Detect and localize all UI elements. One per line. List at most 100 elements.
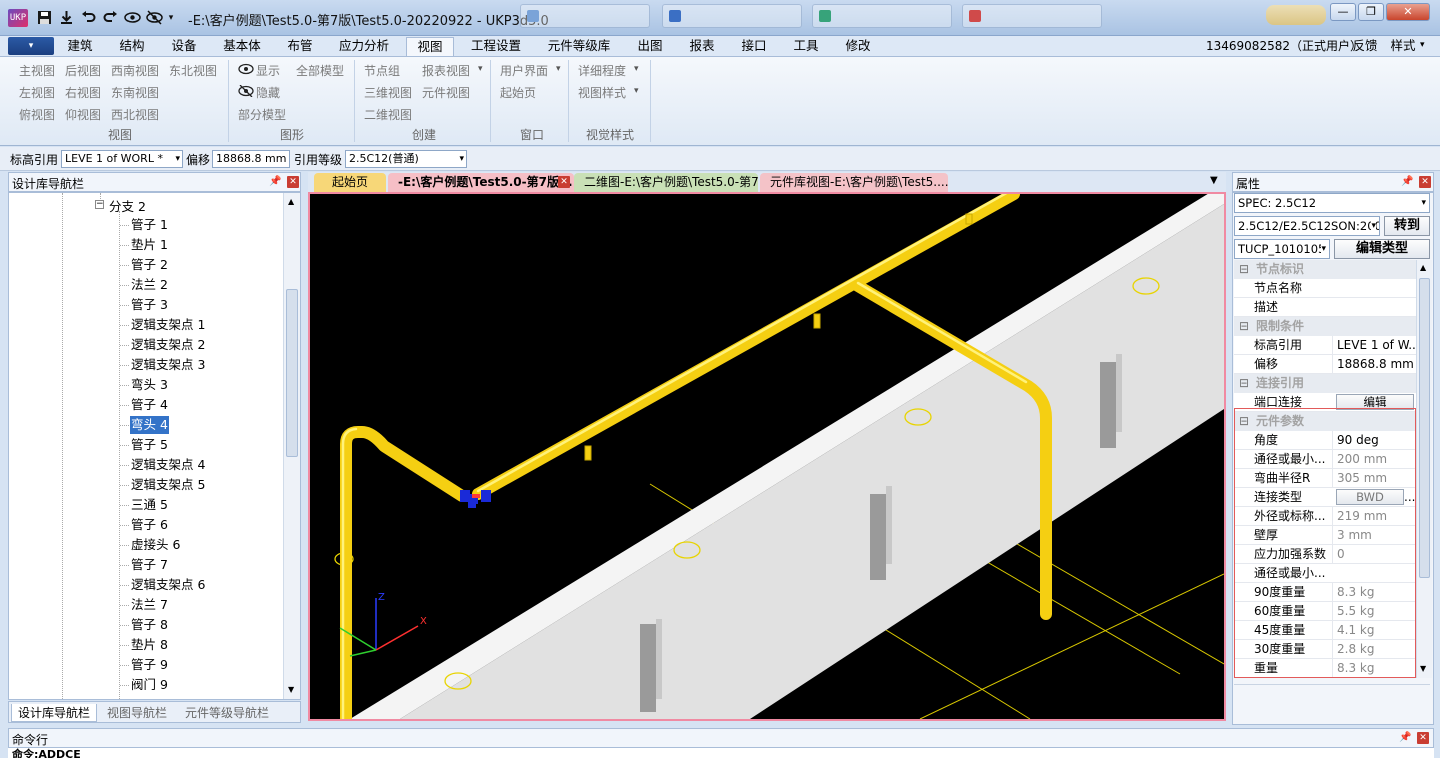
scroll-down-icon[interactable]: ▼ [288,685,294,694]
tree-item[interactable]: 垫片 1 [131,236,168,254]
minimize-button[interactable]: — [1330,3,1356,21]
show-button[interactable]: 显示 [256,62,280,79]
prop-row-port-connection[interactable]: 端口连接 编辑 [1234,393,1416,412]
doc-tab-start[interactable]: 起始页 [314,173,386,192]
tree-item[interactable]: 管子 4 [131,396,168,414]
user-account-label[interactable]: 13469082582（正式用户） [1206,37,1362,55]
report-view-dropdown-icon[interactable]: ▾ [478,64,483,74]
tree-item[interactable]: 三通 5 [131,496,168,514]
eye-icon[interactable] [124,10,141,27]
prop-row-weight-60[interactable]: 60度重量 5.5 kg [1234,602,1416,621]
tab-view-navigator[interactable]: 视图导航栏 [101,704,173,722]
prop-row-bend-radius[interactable]: 弯曲半径R 305 mm [1234,469,1416,488]
tree-item[interactable]: 管子 6 [131,516,168,534]
prop-row-connection-type[interactable]: 连接类型 BWD... [1234,488,1416,507]
edit-type-button[interactable]: 编辑类型 [1334,239,1430,259]
3d-viewport[interactable]: Z X [308,192,1226,721]
application-menu-button[interactable]: ▾ [8,37,54,55]
tree-item[interactable]: 弯头 4 [130,416,169,434]
prop-row-wall-thickness[interactable]: 壁厚 3 mm [1234,526,1416,545]
prop-row-node-name[interactable]: 节点名称 [1234,279,1416,298]
redo-icon[interactable] [102,10,119,27]
tab-equipment[interactable]: 设备 [164,37,204,56]
tab-spec-navigator[interactable]: 元件等级导航栏 [179,704,275,722]
tree-item[interactable]: 管子 1 [131,216,168,234]
category-connection-ref[interactable]: ⊟ 连接引用 [1234,374,1416,393]
tree-item[interactable]: 逻辑支架点 4 [131,456,205,474]
connection-type-button[interactable]: BWD [1336,489,1404,505]
eye-slash-icon[interactable] [146,10,163,27]
elevation-ref-combo[interactable]: LEVE 1 of WORL * ▾ [61,150,183,168]
tree-item[interactable]: 逻辑支架点 5 [131,476,205,494]
prop-row-weight-45[interactable]: 45度重量 4.1 kg [1234,621,1416,640]
tab-project-settings[interactable]: 工程设置 [464,37,528,56]
start-page-button[interactable]: 起始页 [500,84,536,101]
property-scrollbar[interactable]: ▲ ▼ [1416,260,1432,678]
quick-access-dropdown-icon[interactable]: ▾ [166,10,176,27]
tab-structure[interactable]: 结构 [112,37,152,56]
prop-row-elevation-ref[interactable]: 标高引用 LEVE 1 of W... [1234,336,1416,355]
scroll-up-icon[interactable]: ▲ [288,197,294,206]
left-view-button[interactable]: 左视图 [19,84,55,101]
tree-branch[interactable]: 分支 2 [109,196,146,215]
son-select[interactable]: 2.5C12/E2.5C12SON:200 ▾ [1234,216,1380,236]
pin-icon[interactable]: 📌 [269,176,281,187]
prop-row-angle[interactable]: 角度 90 deg [1234,431,1416,450]
tab-view[interactable]: 视图 [406,37,454,56]
download-icon[interactable] [58,10,75,27]
right-view-button[interactable]: 右视图 [65,84,101,101]
category-component-params[interactable]: ⊟ 元件参数 [1234,412,1416,431]
tab-tools[interactable]: 工具 [786,37,826,56]
user-interface-button[interactable]: 用户界面 [500,62,548,79]
tab-drawing[interactable]: 出图 [630,37,670,56]
prop-row-weight-90[interactable]: 90度重量 8.3 kg [1234,583,1416,602]
3d-view-button[interactable]: 三维视图 [364,84,412,101]
prop-row-weight-30[interactable]: 30度重量 2.8 kg [1234,640,1416,659]
tree-item[interactable]: 逻辑支架点 3 [131,356,205,374]
top-view-button[interactable]: 俯视图 [19,106,55,123]
prop-row-bore[interactable]: 通径或最小... 200 mm [1234,450,1416,469]
tab-spec-library[interactable]: 元件等级库 [540,37,618,56]
tree-item[interactable]: 法兰 2 [131,276,168,294]
command-line-output[interactable]: 命令:ADDCE [8,748,1434,758]
spec-select[interactable]: SPEC: 2.5C12 ▾ [1234,193,1430,213]
category-node-id[interactable]: ⊟ 节点标识 [1234,260,1416,279]
close-button[interactable]: ✕ [1386,3,1430,21]
doc-tab-model[interactable]: -E:\客户例题\Test5.0-第7版... [388,173,574,192]
undo-icon[interactable] [80,10,97,27]
scroll-up-icon[interactable]: ▲ [1420,263,1426,272]
ne-view-button[interactable]: 东北视图 [169,62,217,79]
prop-row-outer-diameter[interactable]: 外径或标称... 219 mm [1234,507,1416,526]
se-view-button[interactable]: 东南视图 [111,84,159,101]
tab-report[interactable]: 报表 [682,37,722,56]
prop-row-offset[interactable]: 偏移 18868.8 mm [1234,355,1416,374]
2d-view-button[interactable]: 二维视图 [364,106,412,123]
scroll-down-icon[interactable]: ▼ [1420,664,1426,673]
tab-primitives[interactable]: 基本体 [216,37,268,56]
edit-connection-button[interactable]: 编辑 [1336,394,1414,410]
back-view-button[interactable]: 后视图 [65,62,101,79]
prop-row-sif[interactable]: 应力加强系数 0 [1234,545,1416,564]
tree-item[interactable]: 管子 8 [131,616,168,634]
tree-item[interactable]: 管子 7 [131,556,168,574]
partial-model-button[interactable]: 部分模型 [238,106,286,123]
tree-scrollbar[interactable]: ▲ ▼ [283,193,300,699]
prop-row-weight[interactable]: 重量 8.3 kg [1234,659,1416,678]
restore-button[interactable]: ❐ [1358,3,1384,21]
scrollbar-thumb[interactable] [286,289,298,457]
tab-list-dropdown-icon[interactable]: ▼ [1210,175,1218,186]
tab-stress-analysis[interactable]: 应力分析 [332,37,396,56]
tab-modify[interactable]: 修改 [838,37,878,56]
offset-input[interactable]: 18868.8 mm [212,150,290,168]
tree-item[interactable]: 阀门 9 [131,676,168,694]
bottom-view-button[interactable]: 仰视图 [65,106,101,123]
tree-item[interactable]: 逻辑支架点 2 [131,336,205,354]
tab-design-library[interactable]: 设计库导航栏 [11,704,98,722]
tab-interface[interactable]: 接口 [734,37,774,56]
collapse-icon[interactable]: − [95,200,104,209]
tree-item[interactable]: 虚接头 6 [131,536,180,554]
tree-item[interactable]: 法兰 7 [131,596,168,614]
doc-tab-2d-drawing[interactable]: 二维图-E:\客户例题\Test5.0-第7... [574,173,758,192]
tab-architecture[interactable]: 建筑 [60,37,100,56]
pin-icon[interactable]: 📌 [1401,176,1413,187]
